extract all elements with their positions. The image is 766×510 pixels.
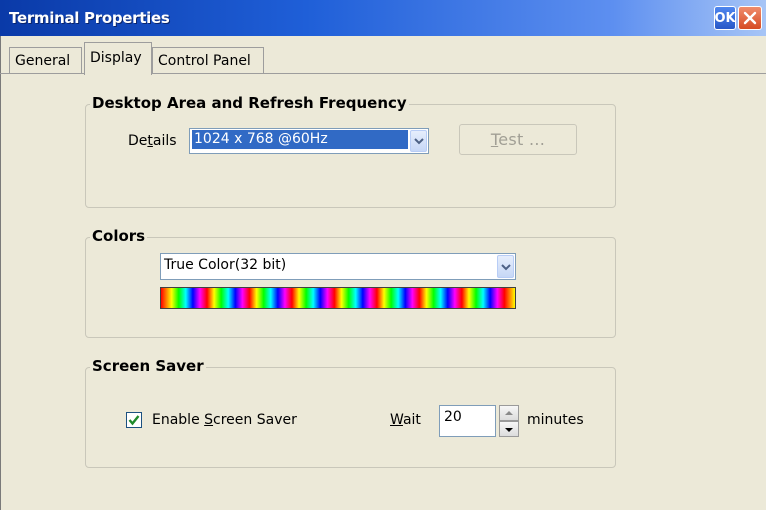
wait-minutes-input[interactable]: 20 bbox=[439, 405, 496, 437]
chevron-down-icon bbox=[501, 264, 511, 271]
wait-label-accesskey: W bbox=[390, 412, 403, 428]
spin-down-button[interactable] bbox=[499, 421, 519, 437]
enable-label-accesskey: S bbox=[204, 412, 214, 428]
checkmark-icon bbox=[128, 415, 140, 426]
tab-control-panel-label: Control Panel bbox=[158, 53, 251, 69]
test-button[interactable]: Test ... bbox=[459, 124, 577, 155]
wait-label-part: ait bbox=[402, 412, 421, 428]
tab-display-label: Display bbox=[90, 50, 142, 66]
colors-legend: Colors bbox=[90, 227, 148, 245]
chevron-down-icon bbox=[505, 428, 513, 432]
screen-saver-legend: Screen Saver bbox=[90, 357, 206, 375]
desktop-area-group bbox=[85, 104, 616, 208]
details-label-part1: De bbox=[128, 133, 148, 149]
tab-general[interactable]: General bbox=[9, 47, 82, 73]
window-border bbox=[0, 36, 1, 510]
chevron-up-icon bbox=[505, 411, 513, 415]
window-title: Terminal Properties bbox=[9, 9, 170, 27]
color-depth-select[interactable]: True Color(32 bit) bbox=[160, 253, 516, 280]
color-spectrum-preview bbox=[160, 287, 516, 309]
close-icon bbox=[743, 11, 757, 25]
ok-button[interactable]: OK bbox=[714, 6, 736, 30]
minutes-label: minutes bbox=[527, 412, 584, 428]
desktop-area-legend: Desktop Area and Refresh Frequency bbox=[90, 94, 409, 112]
color-depth-dropdown-button[interactable] bbox=[497, 255, 514, 278]
resolution-value: 1024 x 768 @60Hz bbox=[192, 130, 408, 149]
enable-label-part2: creen Saver bbox=[213, 412, 297, 428]
chevron-down-icon bbox=[414, 138, 424, 145]
tab-general-label: General bbox=[15, 53, 71, 69]
resolution-select[interactable]: 1024 x 768 @60Hz bbox=[189, 128, 429, 154]
close-button[interactable] bbox=[738, 6, 762, 30]
enable-screen-saver-label[interactable]: Enable Screen Saver bbox=[152, 412, 297, 428]
enable-label-part1: Enable bbox=[152, 412, 205, 428]
details-label: Details bbox=[128, 133, 177, 149]
resolution-dropdown-button[interactable] bbox=[410, 130, 427, 152]
tab-display[interactable]: Display bbox=[84, 42, 152, 75]
enable-screen-saver-checkbox[interactable] bbox=[126, 412, 142, 428]
details-label-part2: ails bbox=[152, 133, 177, 149]
color-depth-value: True Color(32 bit) bbox=[164, 257, 287, 273]
tab-control-panel[interactable]: Control Panel bbox=[152, 47, 264, 73]
title-bar: Terminal Properties OK bbox=[0, 0, 766, 36]
wait-minutes-spinner[interactable] bbox=[499, 405, 519, 437]
test-button-label: est ... bbox=[498, 130, 546, 149]
wait-minutes-value: 20 bbox=[444, 409, 462, 425]
wait-label: Wait bbox=[390, 412, 421, 428]
spin-up-button[interactable] bbox=[499, 405, 519, 421]
